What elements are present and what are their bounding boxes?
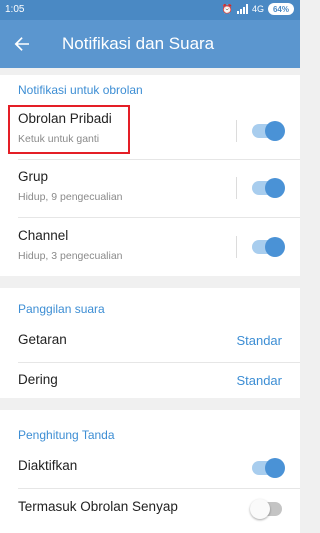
groups-toggle[interactable] [252,178,285,198]
row-label: Diaktifkan [18,458,78,473]
network-type: 4G [251,4,264,14]
channels-row[interactable]: Channel Hidup, 3 pengecualian [0,217,300,276]
row-value: Standar [236,333,282,348]
row-label: Getaran [18,332,67,347]
section-header: Penghitung Tanda [18,428,115,442]
row-value: Standar [236,373,282,388]
battery-icon: 64% [268,3,294,15]
vertical-divider [236,177,237,199]
badge-enabled-toggle[interactable] [252,458,285,478]
row-label: Termasuk Obrolan Senyap [18,499,178,514]
row-label: Grup [18,169,49,184]
include-muted-toggle[interactable] [250,499,282,519]
highlight-box [8,105,130,154]
include-muted-row[interactable]: Termasuk Obrolan Senyap [0,488,300,528]
page-title: Notifikasi dan Suara [62,34,215,53]
voice-calls-section: Panggilan suara Getaran Standar Dering S… [0,288,300,398]
ringtone-row[interactable]: Dering Standar [0,362,300,398]
vertical-divider [236,236,237,258]
alarm-icon: ⏰ [221,3,233,14]
groups-row[interactable]: Grup Hidup, 9 pengecualian [0,159,300,217]
status-time: 1:05 [5,4,25,15]
signal-icon [236,4,248,14]
row-label: Dering [18,372,58,387]
app-bar: Notifikasi dan Suara [0,20,300,68]
section-header: Notifikasi untuk obrolan [18,83,143,97]
row-label: Channel [18,228,69,243]
arrow-left-icon[interactable] [10,32,34,56]
vertical-divider [236,120,237,142]
row-sublabel: Hidup, 3 pengecualian [18,250,123,262]
vibration-row[interactable]: Getaran Standar [0,322,300,362]
status-bar: 1:05 ⏰ 4G 64% [0,0,300,20]
row-sublabel: Hidup, 9 pengecualian [18,191,123,203]
badge-enabled-row[interactable]: Diaktifkan [0,448,300,488]
status-icons: ⏰ 4G 64% [222,3,294,15]
private-chats-toggle[interactable] [252,121,285,141]
badge-counter-section: Penghitung Tanda Diaktifkan Termasuk Obr… [0,410,300,533]
section-header: Panggilan suara [18,302,105,316]
channels-toggle[interactable] [252,237,285,257]
